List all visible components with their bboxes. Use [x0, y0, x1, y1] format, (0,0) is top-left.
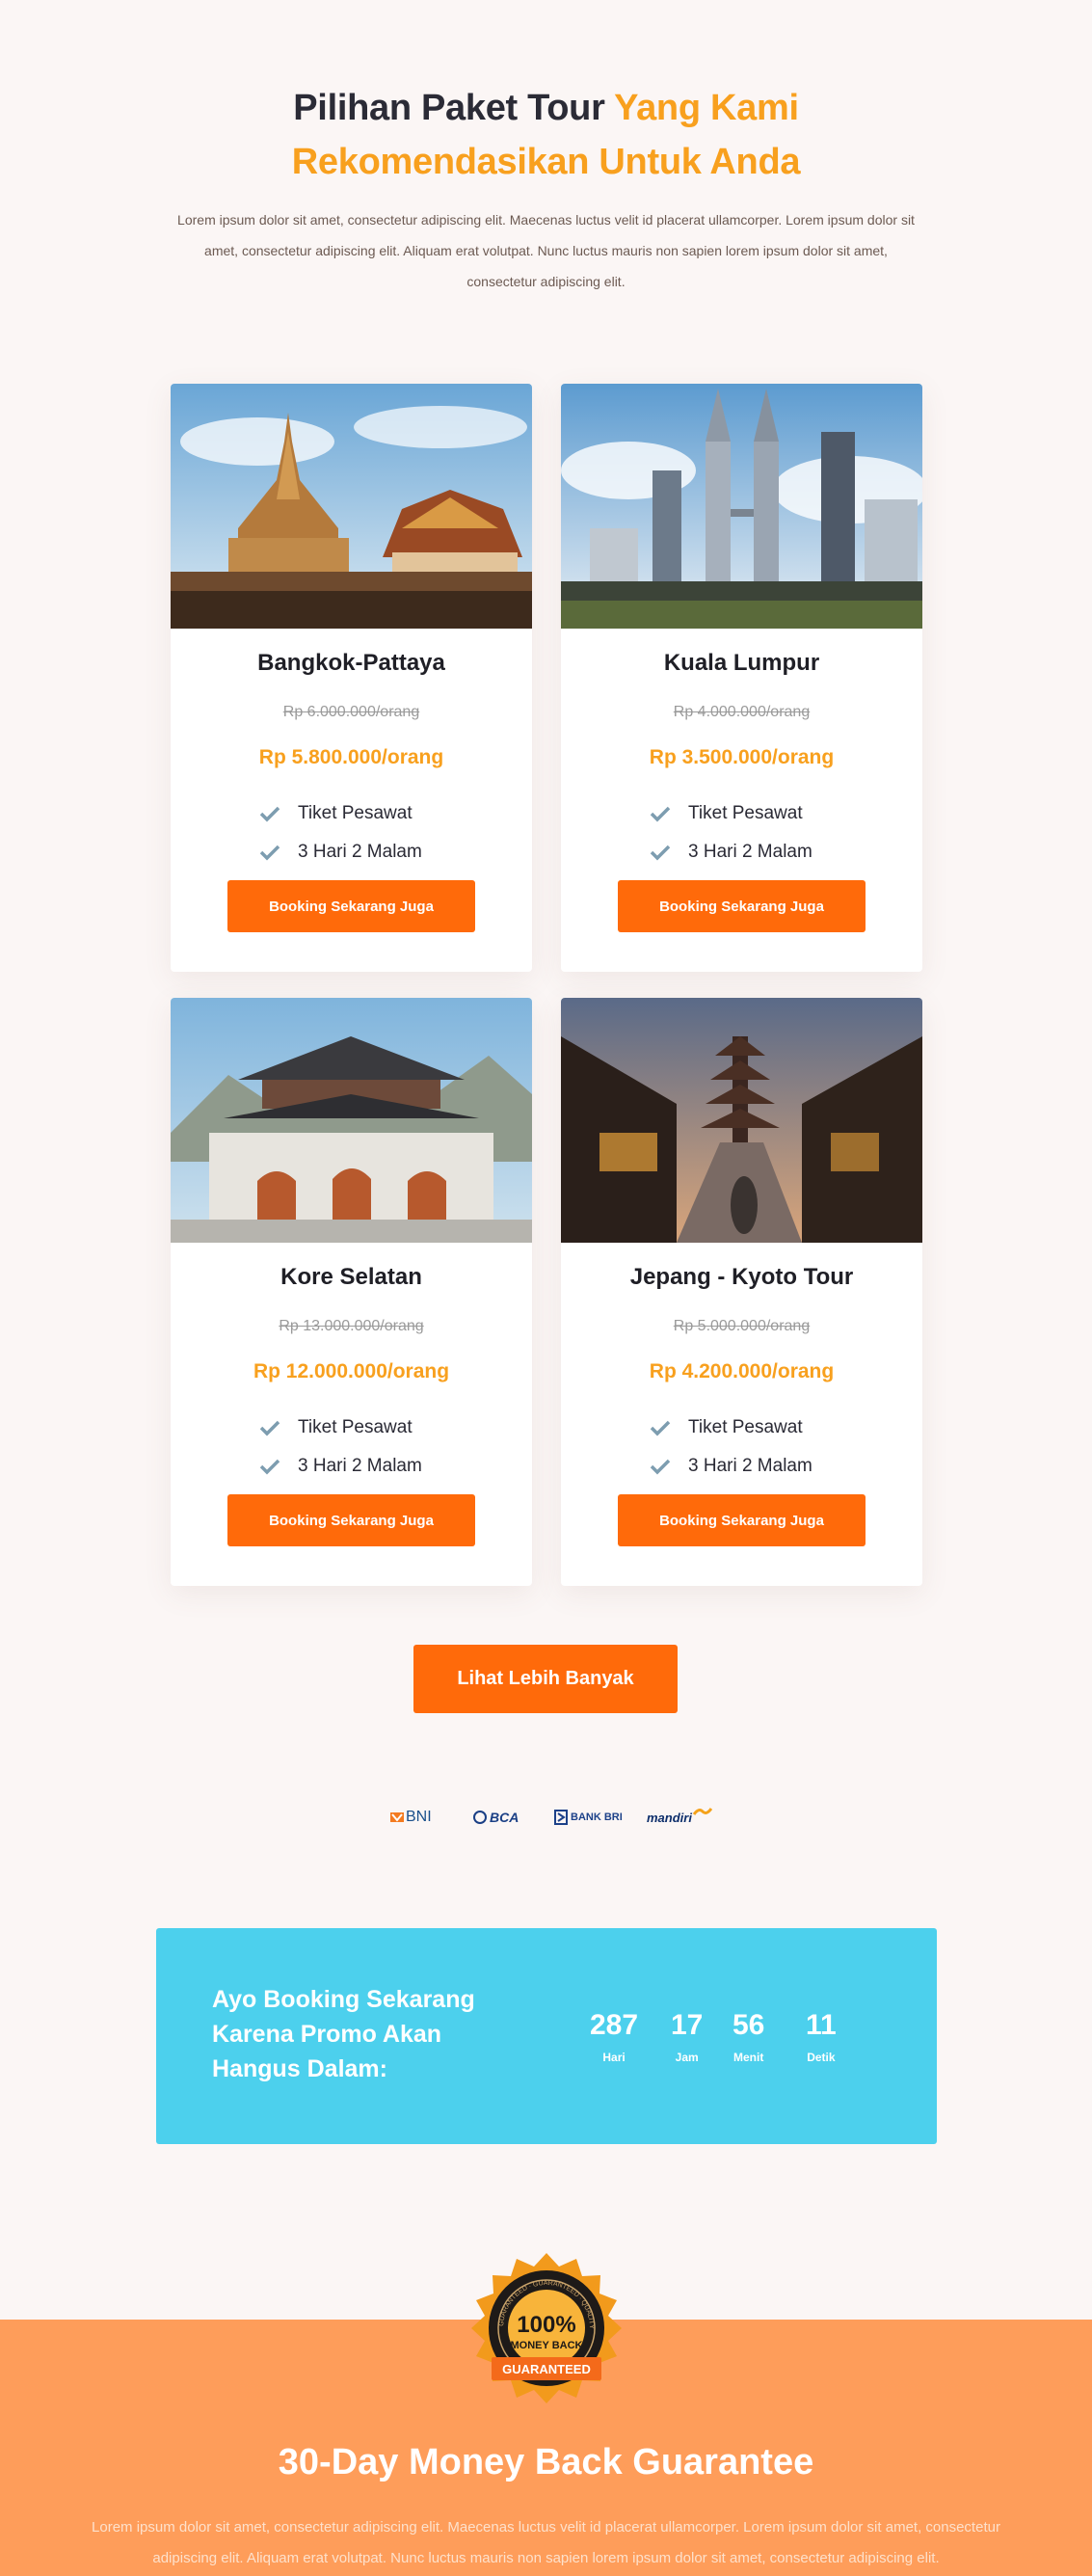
feature-label: Tiket Pesawat — [298, 1417, 413, 1437]
package-title: Kuala Lumpur — [663, 650, 820, 676]
feature-label: 3 Hari 2 Malam — [688, 1456, 812, 1476]
check-icon — [650, 1420, 671, 1436]
bri-mark-icon — [554, 1810, 568, 1825]
bca-logo: BCA — [473, 1805, 519, 1830]
package-card: Kuala Lumpur Rp 4.000.000/orang Rp 3.500… — [561, 384, 922, 972]
promo-countdown: Ayo Booking Sekarang Karena Promo Akan H… — [156, 1928, 937, 2144]
feature-list: Tiket Pesawat 3 Hari 2 Malam — [650, 794, 812, 872]
check-icon — [259, 1420, 280, 1436]
badge-top-text: 100% — [517, 2312, 575, 2338]
bni-mark-icon — [390, 1812, 404, 1822]
feature-label: 3 Hari 2 Malam — [298, 1456, 422, 1476]
booking-button[interactable]: Booking Sekarang Juga — [227, 1494, 475, 1546]
package-card: Jepang - Kyoto Tour Rp 5.000.000/orang R… — [561, 998, 922, 1586]
booking-button[interactable]: Booking Sekarang Juga — [618, 1494, 866, 1546]
feature-item: Tiket Pesawat — [259, 794, 422, 833]
heading-main: Pilihan Paket Tour — [293, 88, 615, 128]
feature-item: 3 Hari 2 Malam — [259, 1447, 422, 1486]
bni-logo: BNI — [390, 1805, 432, 1830]
countdown-seconds: 11 Detik — [806, 2008, 837, 2064]
section-heading: Pilihan Paket Tour Yang Kami Rekomendasi… — [0, 81, 1092, 189]
promo-price: Rp 12.000.000/orang — [253, 1360, 450, 1382]
countdown-minutes: 56 Menit — [732, 2008, 764, 2064]
feature-list: Tiket Pesawat 3 Hari 2 Malam — [259, 794, 422, 872]
old-price: Rp 4.000.000/orang — [673, 704, 811, 720]
countdown-title: Ayo Booking Sekarang Karena Promo Akan H… — [212, 1986, 475, 2082]
mandiri-wave-icon — [692, 1808, 712, 1815]
package-title: Kore Selatan — [280, 1264, 422, 1290]
mandiri-logo: mandiri — [647, 1805, 712, 1830]
check-icon — [650, 1459, 671, 1475]
guarantee-title: 30-Day Money Back Guarantee — [278, 2442, 814, 2482]
heading-accent-1: Yang Kami — [614, 88, 799, 128]
badge-mid-text: MONEY BACK — [511, 2340, 583, 2351]
check-icon — [650, 845, 671, 861]
petronas-towers-photo — [561, 384, 922, 629]
old-price: Rp 13.000.000/orang — [279, 1318, 424, 1334]
feature-item: Tiket Pesawat — [259, 1409, 422, 1447]
promo-price: Rp 4.200.000/orang — [649, 1360, 835, 1382]
feature-item: Tiket Pesawat — [650, 1409, 812, 1447]
bank-logos: BNI BCA BANK BRI mandiri — [0, 1805, 1092, 1830]
seconds-value: 11 — [806, 2009, 837, 2041]
days-label: Hari — [602, 2051, 626, 2064]
korean-palace-gate-photo — [171, 998, 532, 1243]
minutes-label: Menit — [733, 2051, 764, 2064]
bca-mark-icon — [473, 1811, 487, 1824]
kyoto-pagoda-street-photo — [561, 998, 922, 1243]
feature-item: 3 Hari 2 Malam — [650, 1447, 812, 1486]
feature-label: 3 Hari 2 Malam — [688, 842, 812, 862]
feature-label: Tiket Pesawat — [688, 1417, 803, 1437]
old-price: Rp 6.000.000/orang — [282, 704, 420, 720]
booking-button[interactable]: Booking Sekarang Juga — [618, 880, 866, 932]
feature-item: 3 Hari 2 Malam — [650, 833, 812, 872]
money-back-badge-icon: 100% MONEY BACK GUARANTEED GUARANTEED · … — [471, 2253, 622, 2403]
hours-value: 17 — [671, 2009, 704, 2041]
bri-logo: BANK BRI — [554, 1805, 623, 1830]
feature-label: Tiket Pesawat — [298, 803, 413, 823]
bni-label: BNI — [406, 1809, 432, 1825]
feature-item: 3 Hari 2 Malam — [259, 833, 422, 872]
mandiri-label: mandiri — [647, 1810, 692, 1825]
thai-temple-photo — [171, 384, 532, 629]
countdown-hours: 17 Jam — [671, 2008, 703, 2064]
package-card: Bangkok-Pattaya Rp 6.000.000/orang Rp 5.… — [171, 384, 532, 972]
feature-list: Tiket Pesawat 3 Hari 2 Malam — [259, 1409, 422, 1486]
bca-label: BCA — [490, 1810, 519, 1825]
intro-text: Lorem ipsum dolor sit amet, consectetur … — [177, 212, 915, 289]
badge-ribbon-text: GUARANTEED — [502, 2362, 591, 2376]
feature-label: Tiket Pesawat — [688, 803, 803, 823]
bri-label: BANK BRI — [571, 1811, 623, 1823]
promo-price: Rp 5.800.000/orang — [258, 746, 444, 768]
promo-price: Rp 3.500.000/orang — [649, 746, 835, 768]
countdown-days: 287 Hari — [590, 2008, 638, 2064]
days-value: 287 — [590, 2009, 639, 2041]
see-more-button[interactable]: Lihat Lebih Banyak — [413, 1645, 678, 1713]
package-title: Jepang - Kyoto Tour — [629, 1264, 854, 1290]
feature-item: Tiket Pesawat — [650, 794, 812, 833]
package-title: Bangkok-Pattaya — [257, 650, 445, 676]
check-icon — [259, 806, 280, 822]
check-icon — [259, 845, 280, 861]
seconds-label: Detik — [807, 2051, 836, 2064]
minutes-value: 56 — [732, 2009, 765, 2041]
feature-list: Tiket Pesawat 3 Hari 2 Malam — [650, 1409, 812, 1486]
old-price: Rp 5.000.000/orang — [673, 1318, 811, 1334]
check-icon — [259, 1459, 280, 1475]
feature-label: 3 Hari 2 Malam — [298, 842, 422, 862]
guarantee-text: Lorem ipsum dolor sit amet, consectetur … — [92, 2519, 1000, 2566]
booking-button[interactable]: Booking Sekarang Juga — [227, 880, 475, 932]
heading-accent-2: Rekomendasikan Untuk Anda — [291, 142, 801, 182]
check-icon — [650, 806, 671, 822]
package-card: Kore Selatan Rp 13.000.000/orang Rp 12.0… — [171, 998, 532, 1586]
hours-label: Jam — [675, 2051, 699, 2064]
